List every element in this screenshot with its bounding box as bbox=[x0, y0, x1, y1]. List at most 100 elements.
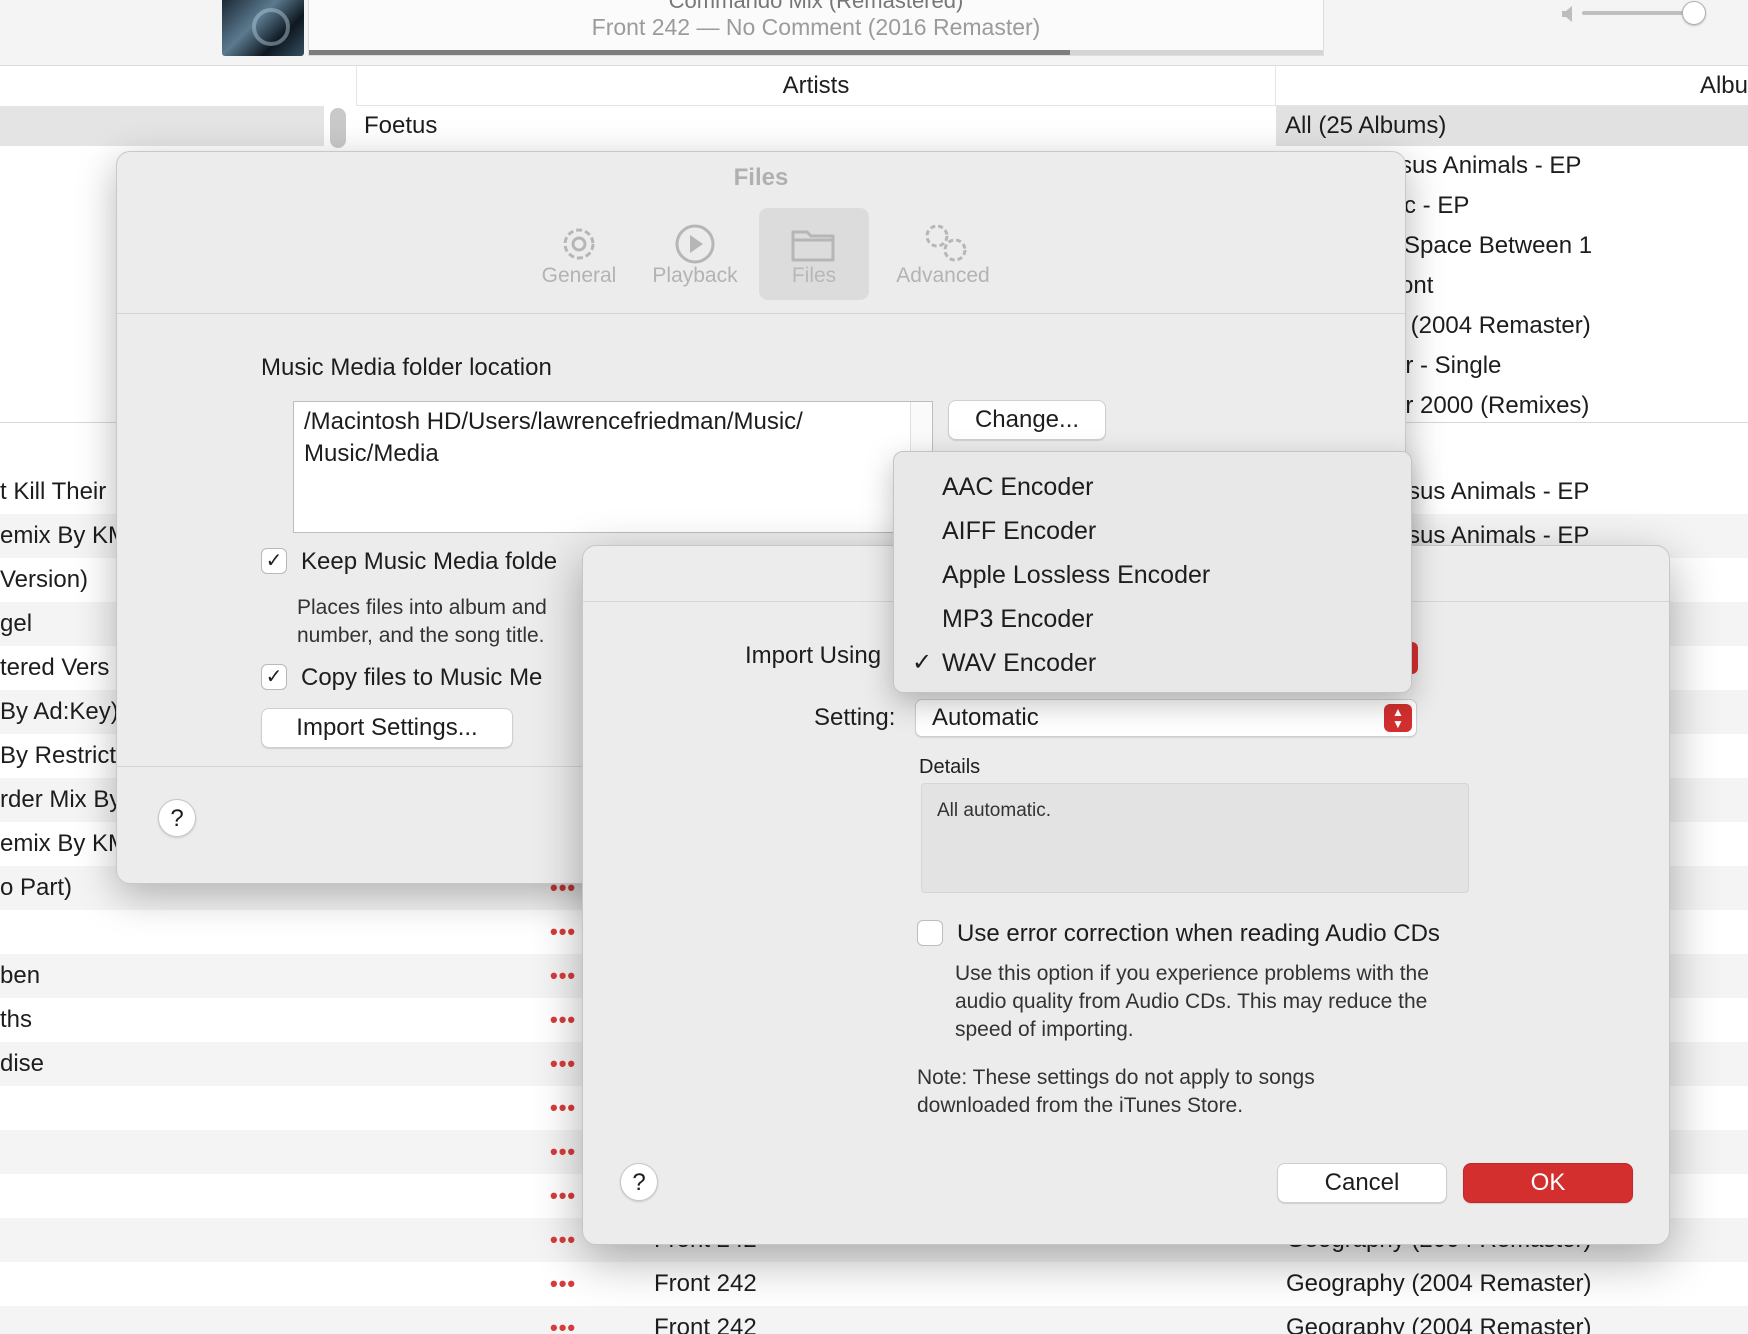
song-name-cell: dise bbox=[0, 1050, 45, 1077]
menu-item-label: WAV Encoder bbox=[942, 649, 1097, 677]
error-correction-checkbox[interactable] bbox=[917, 920, 943, 946]
song-album-cell[interactable]: sus Animals - EP bbox=[1390, 470, 1748, 514]
error-correction-desc: audio quality from Audio CDs. This may r… bbox=[955, 990, 1428, 1013]
song-name-cell: o Part) bbox=[0, 874, 73, 901]
song-name-cell: t Kill Their bbox=[0, 478, 107, 505]
table-row[interactable]: ••• Front 242 Geography (2004 Remaster) bbox=[0, 1262, 1748, 1306]
more-options-icon[interactable]: ••• bbox=[550, 1218, 576, 1262]
folder-location-label: Music Media folder location bbox=[261, 354, 552, 381]
help-button[interactable]: ? bbox=[158, 799, 196, 837]
folder-icon bbox=[791, 230, 835, 262]
toolbar-separator bbox=[117, 313, 1405, 314]
progress-fill bbox=[309, 50, 1070, 55]
details-box: All automatic. bbox=[921, 783, 1469, 893]
more-options-icon[interactable]: ••• bbox=[550, 954, 576, 998]
setting-select[interactable]: Automatic ▲ ▼ bbox=[915, 699, 1417, 737]
song-name-cell: By Restrict bbox=[0, 742, 117, 769]
song-name-cell: Version) bbox=[0, 566, 89, 593]
song-name-cell: By Ad:Key) bbox=[0, 698, 119, 725]
volume-knob[interactable] bbox=[1681, 1, 1706, 25]
song-name-cell: emix By KM bbox=[0, 522, 120, 549]
checkmark-icon: ✓ bbox=[912, 649, 933, 676]
album-list-item[interactable]: All (25 Albums) bbox=[1276, 106, 1748, 146]
artists-column-header[interactable]: Artists bbox=[356, 66, 1276, 106]
gear-icon bbox=[563, 228, 595, 260]
scrollbar-thumb[interactable] bbox=[330, 108, 346, 148]
song-name-cell: tered Vers bbox=[0, 654, 110, 681]
table-row[interactable]: ••• Front 242 Geography (2004 Remaster) bbox=[0, 1306, 1748, 1334]
song-artist-cell: Front 242 bbox=[654, 1270, 757, 1297]
tab-general[interactable]: General bbox=[527, 208, 631, 300]
window-title: Files bbox=[733, 164, 789, 191]
error-correction-label: Use error correction when reading Audio … bbox=[957, 920, 1440, 947]
menu-item-label: AIFF Encoder bbox=[942, 517, 1097, 545]
song-album-cell: Geography (2004 Remaster) bbox=[1286, 1270, 1592, 1297]
player-bar: Commando Mix (Remastered) Front 242 — No… bbox=[0, 0, 1748, 66]
song-name-cell: ben bbox=[0, 962, 41, 989]
menu-item-aac[interactable]: AAC Encoder bbox=[894, 465, 1411, 509]
error-correction-desc: speed of importing. bbox=[955, 1018, 1134, 1041]
menu-item-apple-lossless[interactable]: Apple Lossless Encoder bbox=[894, 553, 1411, 597]
copy-files-label: Copy files to Music Me bbox=[301, 664, 543, 691]
now-playing-display: Commando Mix (Remastered) Front 242 — No… bbox=[308, 0, 1324, 56]
note-text: Note: These settings do not apply to son… bbox=[917, 1066, 1315, 1089]
more-options-icon[interactable]: ••• bbox=[550, 1306, 576, 1334]
song-name-cell: rder Mix By bbox=[0, 786, 120, 813]
error-correction-desc: Use this option if you experience proble… bbox=[955, 962, 1429, 985]
more-options-icon[interactable]: ••• bbox=[550, 1174, 576, 1218]
tab-playback[interactable]: Playback bbox=[643, 208, 747, 300]
tab-label: General bbox=[541, 264, 617, 287]
more-options-icon[interactable]: ••• bbox=[550, 998, 576, 1042]
menu-item-mp3[interactable]: MP3 Encoder bbox=[894, 597, 1411, 641]
tab-label: Files bbox=[791, 264, 837, 287]
setting-value: Automatic bbox=[932, 704, 1039, 731]
ok-button[interactable]: OK bbox=[1463, 1163, 1633, 1203]
more-options-icon[interactable]: ••• bbox=[550, 1130, 576, 1174]
help-button[interactable]: ? bbox=[620, 1163, 658, 1201]
folder-path-line: /Macintosh HD/Users/lawrencefriedman/Mus… bbox=[304, 408, 803, 435]
import-settings-button[interactable]: Import Settings... bbox=[261, 708, 513, 748]
import-using-label: Import Using bbox=[745, 642, 882, 669]
menu-item-label: Apple Lossless Encoder bbox=[942, 561, 1211, 589]
tab-label: Playback bbox=[652, 264, 738, 287]
chevron-updown-icon: ▲ ▼ bbox=[1384, 704, 1412, 732]
folder-path-line: Music/Media bbox=[304, 440, 439, 467]
play-icon bbox=[675, 224, 715, 264]
speaker-icon bbox=[1562, 6, 1572, 22]
tab-label: Advanced bbox=[896, 264, 990, 287]
more-options-icon[interactable]: ••• bbox=[550, 910, 576, 954]
details-label: Details bbox=[919, 756, 981, 778]
tab-advanced[interactable]: Advanced bbox=[883, 208, 1003, 300]
menu-item-wav[interactable]: ✓ WAV Encoder bbox=[894, 641, 1411, 685]
song-name-cell: ths bbox=[0, 1006, 33, 1033]
menu-item-aiff[interactable]: AIFF Encoder bbox=[894, 509, 1411, 553]
keep-organized-desc: number, and the song title. bbox=[297, 624, 545, 647]
folder-path-field[interactable]: /Macintosh HD/Users/lawrencefriedman/Mus… bbox=[293, 401, 933, 533]
song-artist-cell: Front 242 bbox=[654, 1314, 757, 1334]
menu-item-label: MP3 Encoder bbox=[942, 605, 1094, 633]
song-name-cell: gel bbox=[0, 610, 33, 637]
keep-organized-label: Keep Music Media folde bbox=[301, 548, 558, 575]
genre-selected-row[interactable] bbox=[0, 106, 324, 146]
song-album-cell: Geography (2004 Remaster) bbox=[1286, 1314, 1592, 1334]
copy-files-checkbox[interactable]: ✓ bbox=[261, 664, 287, 690]
menu-item-label: AAC Encoder bbox=[942, 473, 1094, 501]
song-name-cell: emix By KM bbox=[0, 830, 120, 857]
artist-list-item[interactable]: Foetus bbox=[364, 106, 437, 146]
keep-organized-checkbox[interactable]: ✓ bbox=[261, 548, 287, 574]
tab-files[interactable]: Files bbox=[759, 208, 869, 300]
details-text: All automatic. bbox=[937, 800, 1052, 821]
more-options-icon[interactable]: ••• bbox=[550, 1042, 576, 1086]
now-playing-title: Commando Mix (Remastered) bbox=[668, 0, 964, 13]
encoder-menu: AAC Encoder AIFF Encoder Apple Lossless … bbox=[893, 451, 1412, 693]
more-options-icon[interactable]: ••• bbox=[550, 1086, 576, 1130]
change-button[interactable]: Change... bbox=[948, 400, 1106, 440]
gears-icon bbox=[925, 224, 967, 262]
more-options-icon[interactable]: ••• bbox=[550, 1262, 576, 1306]
album-artwork[interactable] bbox=[222, 0, 304, 56]
cancel-button[interactable]: Cancel bbox=[1277, 1163, 1447, 1203]
albums-column-header[interactable]: Albu bbox=[1276, 66, 1748, 106]
setting-label: Setting: bbox=[814, 704, 896, 731]
note-text: downloaded from the iTunes Store. bbox=[917, 1094, 1244, 1117]
keep-organized-desc: Places files into album and bbox=[297, 596, 547, 619]
